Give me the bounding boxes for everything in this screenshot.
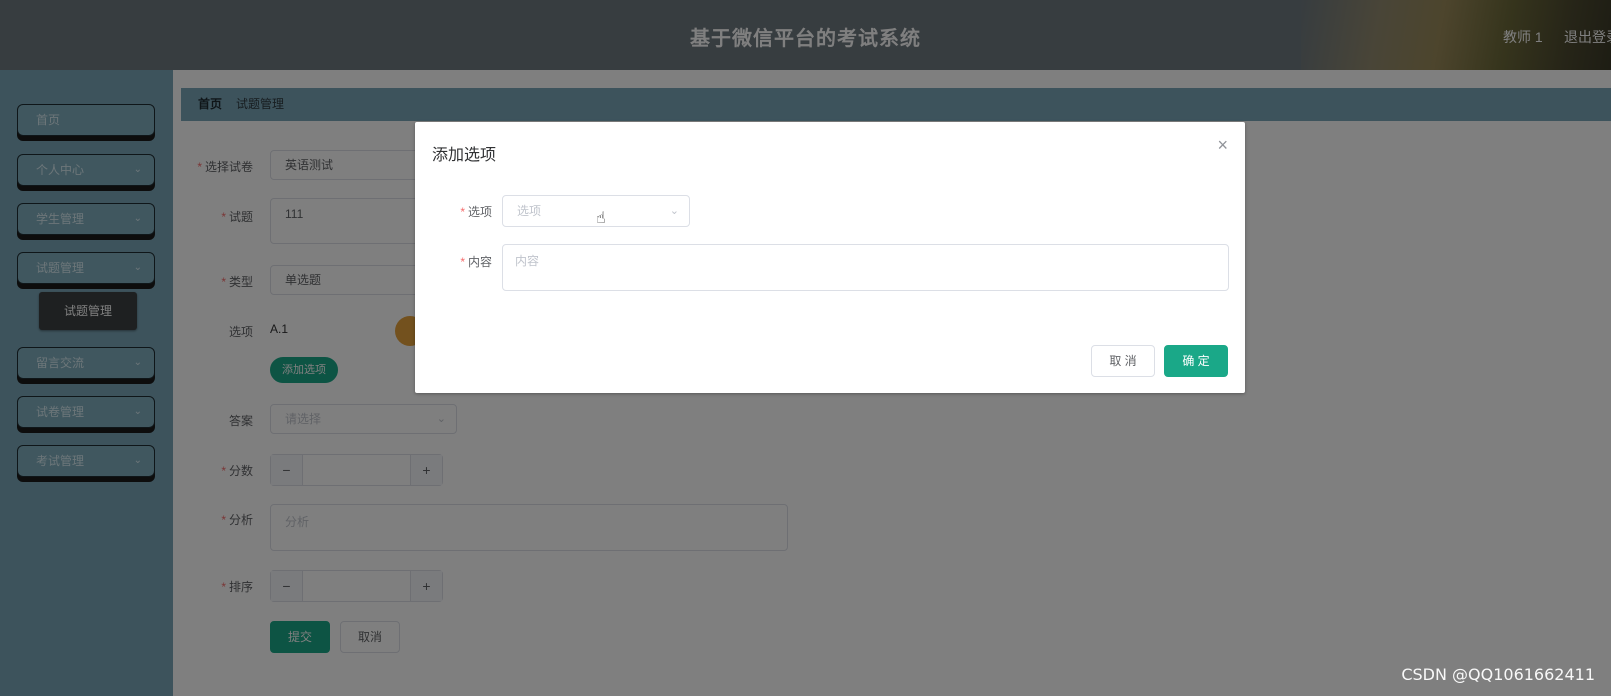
- watermark: CSDN @QQ1061662411: [1401, 665, 1595, 684]
- add-option-dialog: 添加选项 × * 选项 选项 ⌄ * 内容 内容 取 消 确 定: [415, 122, 1245, 393]
- dialog-content-label: * 内容: [460, 255, 492, 269]
- dialog-title: 添加选项: [432, 147, 497, 164]
- dialog-option-label: * 选项: [460, 205, 492, 219]
- content-textarea[interactable]: 内容: [502, 244, 1229, 291]
- dialog-cancel-button[interactable]: 取 消: [1091, 345, 1155, 377]
- dialog-confirm-button[interactable]: 确 定: [1164, 345, 1228, 377]
- chevron-down-icon: ⌄: [669, 205, 679, 217]
- hand-cursor-icon: ☝: [596, 210, 606, 227]
- close-icon[interactable]: ×: [1217, 135, 1228, 156]
